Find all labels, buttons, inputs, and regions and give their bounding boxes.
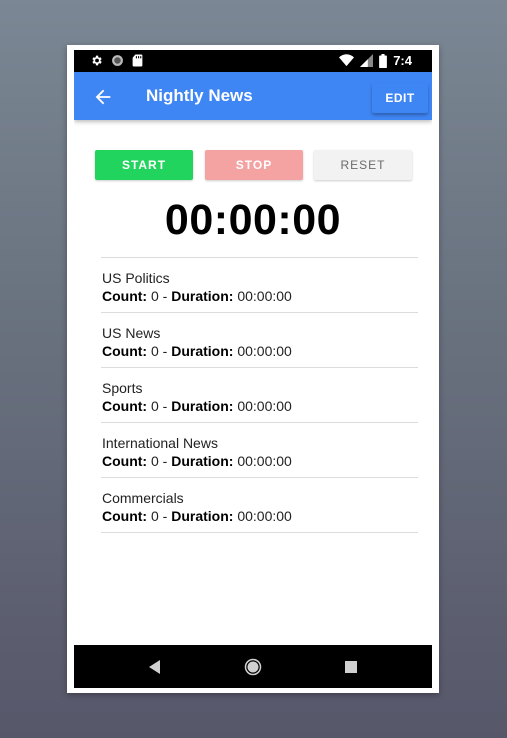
arrow-left-icon xyxy=(95,89,111,105)
status-right-icons: 7:4 xyxy=(339,53,412,68)
record-icon xyxy=(112,55,123,66)
count-value: 0 - xyxy=(147,343,172,359)
status-bar: 7:4 xyxy=(74,50,432,72)
duration-label: Duration: xyxy=(171,343,234,359)
back-button[interactable] xyxy=(92,86,114,108)
nav-home-button[interactable] xyxy=(241,655,265,679)
segment-stats: Count: 0 - Duration: 00:00:00 xyxy=(102,287,418,305)
duration-value: 00:00:00 xyxy=(233,508,292,524)
segment-name: US News xyxy=(102,325,161,341)
edit-button[interactable]: EDIT xyxy=(372,83,428,113)
wifi-icon xyxy=(339,54,355,67)
segment-name: US Politics xyxy=(102,270,170,286)
battery-icon xyxy=(379,53,388,68)
duration-value: 00:00:00 xyxy=(233,343,292,359)
nav-back-button[interactable] xyxy=(143,655,167,679)
page-title: Nightly News xyxy=(146,86,253,105)
list-item[interactable]: Commercials Count: 0 - Duration: 00:00:0… xyxy=(101,478,418,533)
home-circle-icon xyxy=(244,658,262,676)
segment-stats: Count: 0 - Duration: 00:00:00 xyxy=(102,452,418,470)
status-left-icons xyxy=(90,54,143,67)
segment-name: International News xyxy=(102,435,218,451)
app-bar: Nightly News EDIT xyxy=(74,72,432,120)
list-item[interactable]: Sports Count: 0 - Duration: 00:00:00 xyxy=(101,368,418,423)
count-value: 0 - xyxy=(147,288,172,304)
list-item[interactable]: US Politics Count: 0 - Duration: 00:00:0… xyxy=(101,258,418,313)
system-nav-bar xyxy=(74,645,432,688)
duration-label: Duration: xyxy=(171,508,234,524)
duration-label: Duration: xyxy=(171,288,234,304)
segment-stats: Count: 0 - Duration: 00:00:00 xyxy=(102,342,418,360)
count-label: Count: xyxy=(102,398,148,414)
signal-icon xyxy=(360,54,374,67)
status-time: 7:4 xyxy=(393,53,412,68)
segment-name: Sports xyxy=(102,380,143,396)
duration-label: Duration: xyxy=(171,398,234,414)
count-value: 0 - xyxy=(147,398,172,414)
reset-button[interactable]: RESET xyxy=(314,150,412,180)
stop-button[interactable]: STOP xyxy=(205,150,303,180)
list-item[interactable]: International News Count: 0 - Duration: … xyxy=(101,423,418,478)
count-label: Count: xyxy=(102,453,148,469)
duration-value: 00:00:00 xyxy=(233,453,292,469)
count-value: 0 - xyxy=(147,508,172,524)
segment-stats: Count: 0 - Duration: 00:00:00 xyxy=(102,397,418,415)
segment-stats: Count: 0 - Duration: 00:00:00 xyxy=(102,507,418,525)
timer-display: 00:00:00 xyxy=(164,196,342,244)
recents-square-icon xyxy=(345,661,357,673)
list-item[interactable]: US News Count: 0 - Duration: 00:00:00 xyxy=(101,313,418,368)
back-triangle-icon xyxy=(149,660,160,674)
nav-recents-button[interactable] xyxy=(339,655,363,679)
duration-value: 00:00:00 xyxy=(233,398,292,414)
segment-list: US Politics Count: 0 - Duration: 00:00:0… xyxy=(101,257,418,533)
count-label: Count: xyxy=(102,288,148,304)
count-value: 0 - xyxy=(147,453,172,469)
phone-screen: 7:4 Nightly News EDIT START STOP RESET 0… xyxy=(74,50,432,688)
settings-icon xyxy=(92,55,102,66)
sd-card-icon xyxy=(132,54,143,67)
count-label: Count: xyxy=(102,343,148,359)
duration-label: Duration: xyxy=(171,453,234,469)
count-label: Count: xyxy=(102,508,148,524)
start-button[interactable]: START xyxy=(95,150,193,180)
segment-name: Commercials xyxy=(102,490,184,506)
duration-value: 00:00:00 xyxy=(233,288,292,304)
